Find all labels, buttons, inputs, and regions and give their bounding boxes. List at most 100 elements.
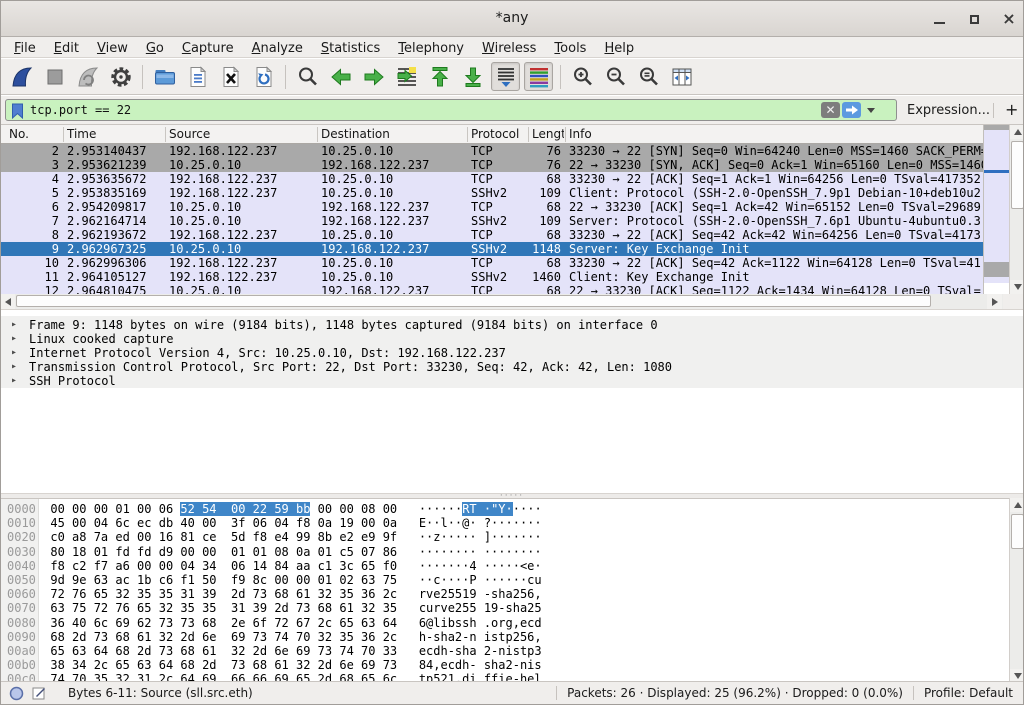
hex-row-00b0[interactable]: 00b0 38 34 2c 65 63 64 68 2d 73 68 61 32…	[1, 658, 1023, 672]
scroll-left-icon[interactable]	[1, 294, 15, 309]
packet-row-4[interactable]: 42.953635672192.168.122.23710.25.0.10TCP…	[1, 172, 983, 186]
hex-row-0040[interactable]: 0040 f8 c2 f7 a6 00 00 04 34 06 14 84 aa…	[1, 559, 1023, 573]
menu-tools[interactable]: Tools	[545, 39, 595, 56]
hex-row-00a0[interactable]: 00a0 65 63 64 68 2d 73 68 61 32 2d 6e 69…	[1, 644, 1023, 658]
toolbar-go-back-button[interactable]	[326, 62, 355, 91]
toolbar-start-capture-button[interactable]	[7, 62, 36, 91]
toolbar-capture-options-button[interactable]	[106, 62, 135, 91]
filter-dropdown-button[interactable]	[864, 102, 878, 118]
packet-list[interactable]: 22.953140437192.168.122.23710.25.0.10TCP…	[1, 144, 983, 294]
hex-row-0000[interactable]: 0000 00 00 00 01 00 06 52 54 00 22 59 bb…	[1, 502, 1023, 516]
expander-icon[interactable]: ▸	[11, 375, 17, 386]
toolbar-save-file-button[interactable]	[183, 62, 212, 91]
hex-vscrollbar[interactable]	[1009, 498, 1024, 683]
column-header-protocol[interactable]: Protocol	[471, 127, 528, 141]
vscroll-thumb[interactable]	[1011, 141, 1024, 209]
menu-telephony[interactable]: Telephony	[389, 39, 473, 56]
expander-icon[interactable]: ▸	[11, 319, 17, 330]
menu-wireless[interactable]: Wireless	[473, 39, 545, 56]
packet-list-vscrollbar[interactable]	[1009, 125, 1024, 294]
toolbar-auto-scroll-button[interactable]	[491, 62, 520, 91]
column-divider[interactable]	[165, 127, 166, 142]
packet-minimap[interactable]	[983, 125, 1009, 294]
toolbar-reload-file-button[interactable]	[249, 62, 278, 91]
expander-icon[interactable]: ▸	[11, 347, 17, 358]
column-header-time[interactable]: Time	[67, 127, 165, 141]
toolbar-close-file-button[interactable]	[216, 62, 245, 91]
column-header-destination[interactable]: Destination	[321, 127, 467, 141]
bookmark-icon[interactable]	[11, 103, 24, 119]
toolbar-find-packet-button[interactable]	[293, 62, 322, 91]
detail-line[interactable]: ▸Transmission Control Protocol, Src Port…	[1, 360, 1023, 374]
scroll-down-icon[interactable]	[1010, 280, 1024, 294]
menu-statistics[interactable]: Statistics	[312, 39, 389, 56]
scroll-right-icon[interactable]	[987, 294, 1002, 309]
column-divider[interactable]	[467, 127, 468, 142]
column-divider[interactable]	[63, 127, 64, 142]
packet-row-9-selected[interactable]: 92.96296732510.25.0.10192.168.122.237SSH…	[1, 242, 983, 256]
expander-icon[interactable]: ▸	[11, 361, 17, 372]
menu-capture[interactable]: Capture	[173, 39, 243, 56]
hex-row-0020[interactable]: 0020 c0 a8 7a ed 00 16 81 ce 5d f8 e4 99…	[1, 530, 1023, 544]
column-header-source[interactable]: Source	[169, 127, 317, 141]
toolbar-restart-capture-button[interactable]	[73, 62, 102, 91]
menu-go[interactable]: Go	[137, 39, 173, 56]
hex-row-0010[interactable]: 0010 45 00 04 6c ec db 40 00 3f 06 04 f8…	[1, 516, 1023, 530]
packet-row-5[interactable]: 52.953835169192.168.122.23710.25.0.10SSH…	[1, 186, 983, 200]
hex-row-0070[interactable]: 0070 63 75 72 76 65 32 35 35 31 39 2d 73…	[1, 601, 1023, 615]
menu-help[interactable]: Help	[595, 39, 643, 56]
minimize-icon[interactable]	[929, 9, 949, 29]
hex-row-0090[interactable]: 0090 68 2d 73 68 61 32 2d 6e 69 73 74 70…	[1, 630, 1023, 644]
menu-view[interactable]: View	[88, 39, 137, 56]
capture-comment-icon[interactable]	[32, 686, 46, 700]
profile-text[interactable]: Profile: Default	[924, 686, 1013, 700]
close-icon[interactable]: ×	[999, 9, 1019, 29]
expert-info-icon[interactable]	[9, 686, 24, 701]
toolbar-zoom-out-button[interactable]	[601, 62, 630, 91]
scroll-up-icon[interactable]	[1010, 125, 1024, 139]
toolbar-go-last-button[interactable]	[458, 62, 487, 91]
hex-row-0080[interactable]: 0080 36 40 6c 69 62 73 73 68 2e 6f 72 67…	[1, 616, 1023, 630]
packet-row-6[interactable]: 62.95420981710.25.0.10192.168.122.237TCP…	[1, 200, 983, 214]
packet-row-11[interactable]: 112.964105127192.168.122.23710.25.0.10SS…	[1, 270, 983, 284]
hex-row-0060[interactable]: 0060 72 76 65 32 35 35 31 39 2d 73 68 61…	[1, 587, 1023, 601]
column-divider[interactable]	[565, 127, 566, 142]
packet-list-header[interactable]: No. Time Source Destination Protocol Length In…	[1, 125, 1023, 144]
apply-filter-button[interactable]	[842, 102, 861, 118]
detail-line[interactable]: ▸Linux cooked capture	[1, 332, 1023, 346]
detail-line[interactable]: ▸Frame 9: 1148 bytes on wire (9184 bits)…	[1, 318, 1023, 332]
toolbar-zoom-in-button[interactable]	[568, 62, 597, 91]
column-divider[interactable]	[528, 127, 529, 142]
packet-row-2[interactable]: 22.953140437192.168.122.23710.25.0.10TCP…	[1, 144, 983, 158]
toolbar-open-file-button[interactable]	[150, 62, 179, 91]
toolbar-stop-capture-button[interactable]	[40, 62, 69, 91]
clear-filter-button[interactable]: ✕	[821, 102, 840, 118]
detail-line[interactable]: ▸SSH Protocol	[1, 374, 1023, 388]
packet-row-12[interactable]: 122.96481047510.25.0.10192.168.122.237TC…	[1, 284, 983, 294]
hex-scroll-up-icon[interactable]	[1010, 498, 1024, 512]
hex-vscroll-thumb[interactable]	[1011, 514, 1024, 549]
toolbar-go-to-packet-button[interactable]	[392, 62, 421, 91]
toolbar-go-first-button[interactable]	[425, 62, 454, 91]
add-filter-button[interactable]: +	[1005, 100, 1018, 119]
detail-line[interactable]: ▸Internet Protocol Version 4, Src: 10.25…	[1, 346, 1023, 360]
column-divider[interactable]	[317, 127, 318, 142]
packet-row-7[interactable]: 72.96216471410.25.0.10192.168.122.237SSH…	[1, 214, 983, 228]
toolbar-colorize-button[interactable]	[524, 62, 553, 91]
column-header-info[interactable]: Info	[569, 127, 979, 141]
expression-button[interactable]: Expression...	[907, 103, 990, 118]
toolbar-zoom-original-button[interactable]	[634, 62, 663, 91]
maximize-icon[interactable]	[964, 9, 984, 29]
menu-edit[interactable]: Edit	[45, 39, 88, 56]
packet-row-8[interactable]: 82.962193672192.168.122.23710.25.0.10TCP…	[1, 228, 983, 242]
packet-row-10[interactable]: 102.962996306192.168.122.23710.25.0.10TC…	[1, 256, 983, 270]
menu-file[interactable]: File	[5, 39, 45, 56]
toolbar-go-forward-button[interactable]	[359, 62, 388, 91]
hscroll-thumb[interactable]	[16, 295, 931, 307]
column-header-no[interactable]: No.	[9, 127, 59, 141]
toolbar-resize-columns-button[interactable]	[667, 62, 696, 91]
column-header-length[interactable]: Length	[532, 127, 564, 141]
menu-analyze[interactable]: Analyze	[243, 39, 312, 56]
expander-icon[interactable]: ▸	[11, 333, 17, 344]
hex-row-0050[interactable]: 0050 9d 9e 63 ac 1b c6 f1 50 f9 8c 00 00…	[1, 573, 1023, 587]
